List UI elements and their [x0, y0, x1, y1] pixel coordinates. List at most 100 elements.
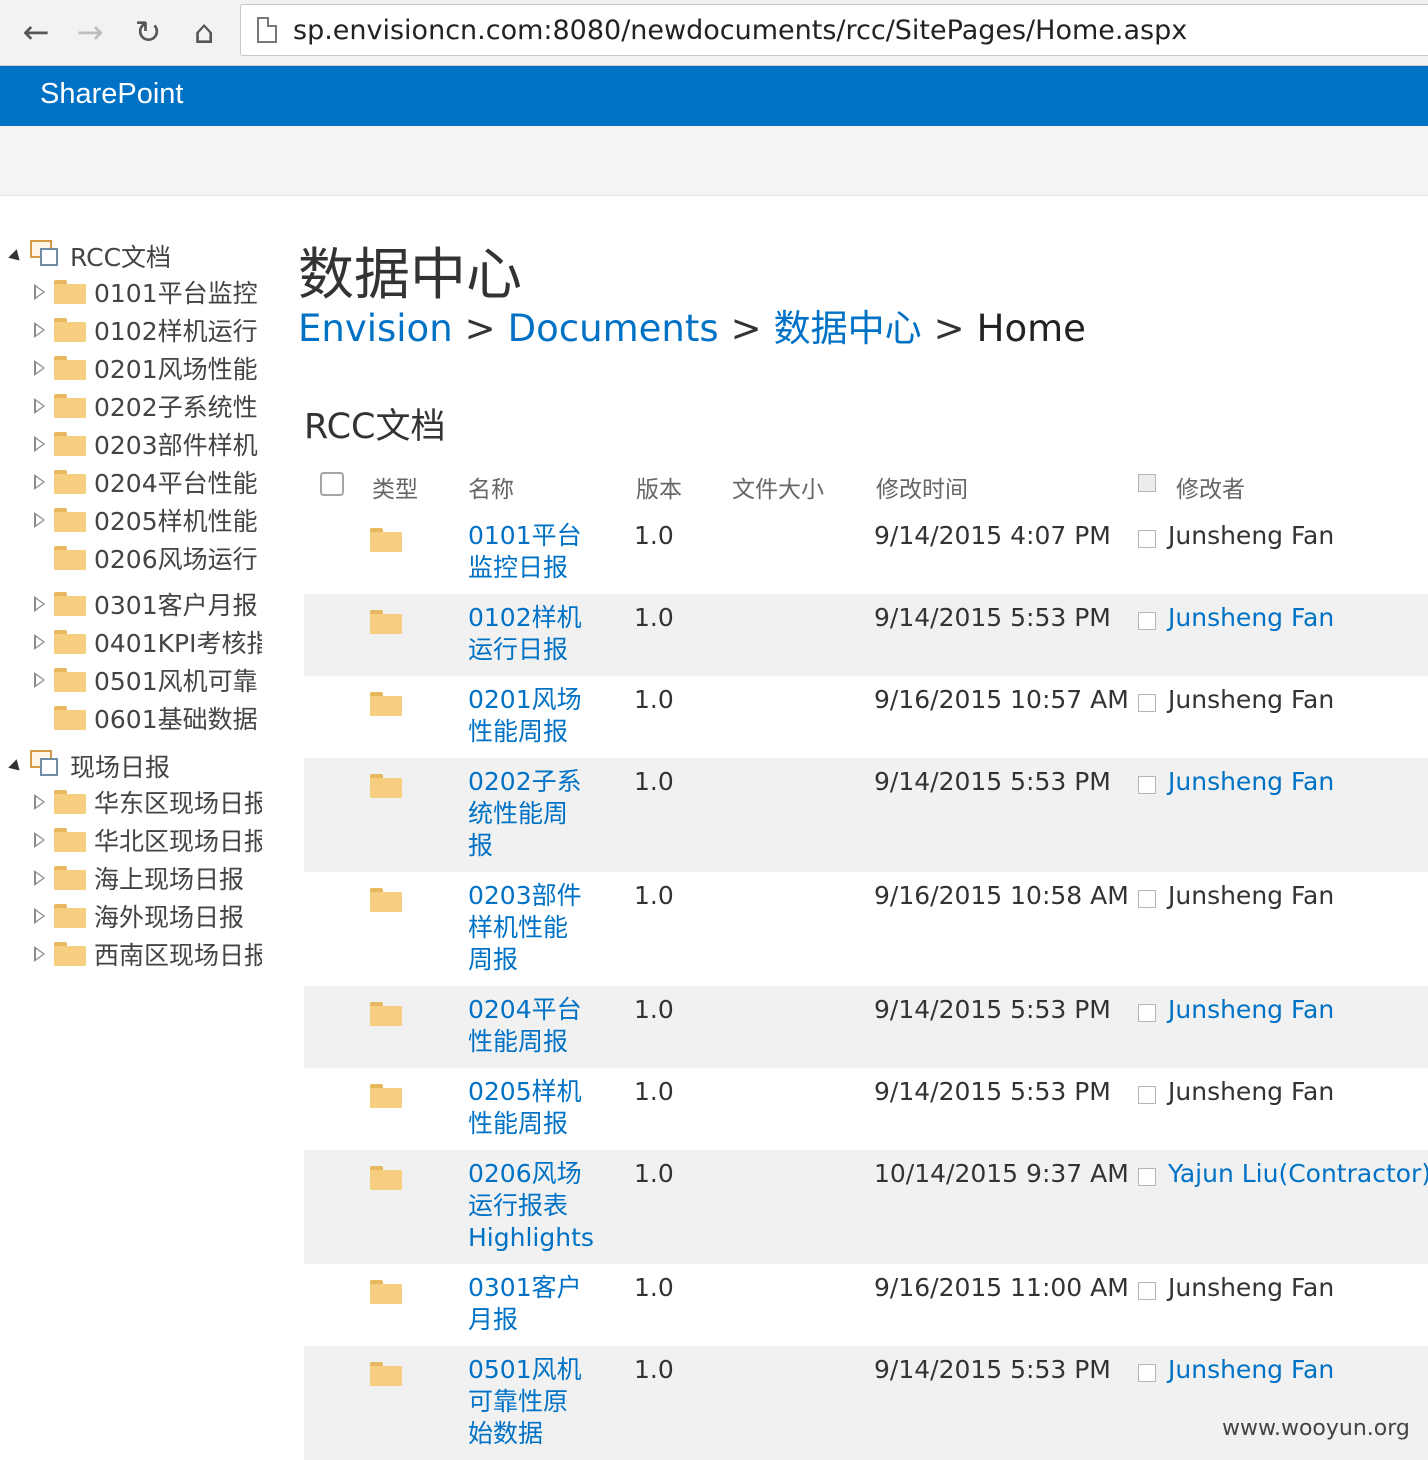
expand-triangle-icon[interactable] — [34, 512, 45, 528]
column-version-header[interactable]: 版本 — [636, 470, 682, 504]
collapse-triangle-icon[interactable] — [8, 759, 24, 775]
address-bar[interactable]: sp.envisioncn.com:8080/newdocuments/rcc/… — [240, 4, 1428, 56]
name-line[interactable]: 性能周报 — [468, 1026, 588, 1058]
document-name-link[interactable]: 0102样机 运行日报 — [468, 602, 588, 666]
tree-folder-node[interactable]: 0205样机性能 — [0, 500, 262, 538]
document-name-link[interactable]: 0202子系 统性能周报 — [468, 766, 588, 862]
name-line[interactable]: 0102样机 — [468, 602, 588, 634]
select-all-checkbox[interactable] — [320, 472, 344, 496]
table-row[interactable]: 0201风场 性能周报 1.0 9/16/2015 10:57 AM Junsheng … — [304, 676, 1428, 758]
expand-triangle-icon[interactable] — [34, 398, 45, 414]
name-line[interactable]: Highlights — [468, 1222, 594, 1254]
column-type-header[interactable]: 类型 — [372, 470, 418, 504]
breadcrumb-data-center[interactable]: 数据中心 — [774, 307, 922, 350]
tree-folder-node[interactable]: 西南区现场日报 — [0, 934, 262, 972]
table-row[interactable]: 0501风机 可靠性原 始数据 1.0 9/14/2015 5:53 PM Junshen… — [304, 1346, 1428, 1460]
reload-icon[interactable]: ↻ — [126, 10, 170, 54]
tree-node-label[interactable]: 海外现场日报 — [94, 898, 244, 934]
back-arrow-icon[interactable]: ← — [14, 10, 58, 54]
name-line[interactable]: 统性能周 — [468, 798, 588, 830]
expand-triangle-icon[interactable] — [34, 794, 45, 810]
tree-node-label[interactable]: 西南区现场日报 — [94, 936, 262, 972]
name-line[interactable]: 报 — [468, 830, 588, 862]
sharepoint-brand-link[interactable]: SharePoint — [40, 78, 184, 111]
tree-node-label[interactable]: 海上现场日报 — [94, 860, 244, 896]
table-row[interactable]: 0102样机 运行日报 1.0 9/14/2015 5:53 PM Junsheng F… — [304, 594, 1428, 676]
name-line[interactable]: 性能周报 — [468, 716, 588, 748]
document-name-link[interactable]: 0204平台 性能周报 — [468, 994, 588, 1058]
tree-node-label[interactable]: 0202子系统性 — [94, 388, 258, 424]
modified-by-link[interactable]: Junsheng Fan — [1168, 1076, 1334, 1108]
expand-triangle-icon[interactable] — [34, 870, 45, 886]
tree-node-label[interactable]: 0205样机性能 — [94, 502, 258, 538]
name-line[interactable]: 运行报表 — [468, 1190, 588, 1222]
tree-folder-node[interactable]: 华东区现场日报 — [0, 782, 262, 820]
expand-triangle-icon[interactable] — [34, 322, 45, 338]
tree-node-label[interactable]: 0203部件样机 — [94, 426, 258, 462]
tree-node-label[interactable]: 华东区现场日报 — [94, 784, 262, 820]
tree-folder-node[interactable]: 海上现场日报 — [0, 858, 262, 896]
table-row[interactable]: 0301客户 月报 1.0 9/16/2015 11:00 AM Junsheng Fa… — [304, 1264, 1428, 1346]
document-name-link[interactable]: 0206风场 运行报表 Highlights — [468, 1158, 594, 1254]
tree-node-label[interactable]: 0301客户月报 — [94, 586, 258, 622]
url-text[interactable]: sp.envisioncn.com:8080/newdocuments/rcc/… — [293, 15, 1187, 46]
name-line[interactable]: 0101平台 — [468, 520, 588, 552]
name-line[interactable]: 可靠性原 — [468, 1386, 588, 1418]
document-name-link[interactable]: 0501风机 可靠性原 始数据 — [468, 1354, 588, 1450]
tree-site-node[interactable]: RCC文档 — [0, 234, 262, 272]
document-name-link[interactable]: 0301客户 月报 — [468, 1272, 588, 1336]
table-row[interactable]: 0202子系 统性能周报 1.0 9/14/2015 5:53 PM Junsheng … — [304, 758, 1428, 872]
tree-folder-node[interactable]: 0201风场性能 — [0, 348, 262, 386]
library-title[interactable]: RCC文档 — [304, 398, 445, 449]
name-line[interactable]: 性能周报 — [468, 1108, 588, 1140]
modified-by-link[interactable]: Junsheng Fan — [1168, 602, 1334, 634]
name-line[interactable]: 0204平台 — [468, 994, 588, 1026]
tree-node-label[interactable]: 0101平台监控 — [94, 274, 258, 310]
modified-by-link[interactable]: Junsheng Fan — [1168, 1354, 1334, 1386]
column-editor-header[interactable]: 修改者 — [1176, 470, 1245, 504]
name-line[interactable]: 周报 — [468, 944, 588, 976]
column-name-header[interactable]: 名称 — [468, 470, 514, 504]
name-line[interactable]: 0205样机 — [468, 1076, 588, 1108]
tree-node-label[interactable]: 0102样机运行 — [94, 312, 258, 348]
breadcrumb-envision[interactable]: Envision — [298, 307, 453, 350]
modified-by-link[interactable]: Yajun Liu(Contractor) — [1168, 1158, 1428, 1190]
tree-folder-node[interactable]: 0102样机运行 — [0, 310, 262, 348]
tree-node-label[interactable]: 现场日报 — [70, 748, 170, 784]
document-name-link[interactable]: 0203部件 样机性能 周报 — [468, 880, 588, 976]
table-row[interactable]: 0205样机 性能周报 1.0 9/14/2015 5:53 PM Junsheng F… — [304, 1068, 1428, 1150]
name-line[interactable]: 0201风场 — [468, 684, 588, 716]
document-name-link[interactable]: 0101平台 监控日报 — [468, 520, 588, 584]
modified-by-link[interactable]: Junsheng Fan — [1168, 766, 1334, 798]
table-row[interactable]: 0101平台 监控日报 1.0 9/14/2015 4:07 PM Junsheng F… — [304, 512, 1428, 594]
name-line[interactable]: 0202子系 — [468, 766, 588, 798]
expand-triangle-icon[interactable] — [34, 832, 45, 848]
tree-node-label[interactable]: 0206风场运行 — [94, 540, 258, 576]
tree-folder-node[interactable]: 0601基础数据 — [0, 698, 262, 736]
breadcrumb-documents[interactable]: Documents — [508, 307, 719, 350]
document-name-link[interactable]: 0205样机 性能周报 — [468, 1076, 588, 1140]
expand-triangle-icon[interactable] — [34, 672, 45, 688]
table-row[interactable]: 0203部件 样机性能 周报 1.0 9/16/2015 10:58 AM Junshen… — [304, 872, 1428, 986]
tree-node-label[interactable]: 0201风场性能 — [94, 350, 258, 386]
tree-folder-node[interactable]: 0501风机可靠 — [0, 660, 262, 698]
home-icon[interactable]: ⌂ — [182, 10, 226, 54]
expand-triangle-icon[interactable] — [34, 474, 45, 490]
forward-arrow-icon[interactable]: → — [68, 10, 112, 54]
tree-node-label[interactable]: 0601基础数据 — [94, 700, 258, 736]
tree-folder-node[interactable]: 0204平台性能 — [0, 462, 262, 500]
name-line[interactable]: 0501风机 — [468, 1354, 588, 1386]
name-line[interactable]: 0206风场 — [468, 1158, 588, 1190]
tree-node-label[interactable]: 华北区现场日报 — [94, 822, 262, 858]
name-line[interactable]: 监控日报 — [468, 552, 588, 584]
tree-folder-node[interactable]: 0203部件样机 — [0, 424, 262, 462]
tree-folder-node[interactable]: 0301客户月报 — [0, 584, 262, 622]
modified-by-link[interactable]: Junsheng Fan — [1168, 684, 1334, 716]
modified-by-link[interactable]: Junsheng Fan — [1168, 1272, 1334, 1304]
tree-folder-node[interactable]: 0206风场运行 — [0, 538, 262, 576]
name-line[interactable]: 0203部件 — [468, 880, 588, 912]
modified-by-link[interactable]: Junsheng Fan — [1168, 520, 1334, 552]
name-line[interactable]: 始数据 — [468, 1418, 588, 1450]
table-row[interactable]: 0206风场 运行报表 Highlights 1.0 10/14/2015 9:37 A… — [304, 1150, 1428, 1264]
modified-by-link[interactable]: Junsheng Fan — [1168, 994, 1334, 1026]
